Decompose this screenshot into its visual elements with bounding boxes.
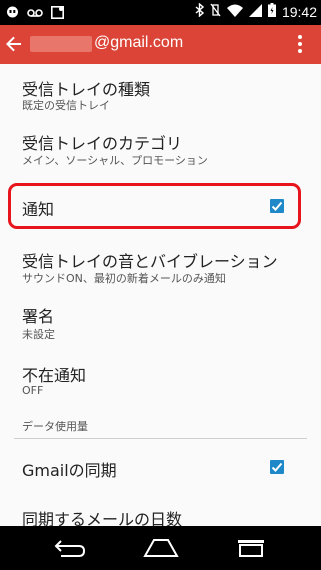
account-name-redacted <box>30 36 92 52</box>
setting-days-to-sync[interactable]: 同期するメールの日数 <box>0 500 321 526</box>
setting-summary: OFF <box>22 384 44 397</box>
overflow-menu-button[interactable] <box>297 35 303 55</box>
bluetooth-icon <box>195 2 205 20</box>
more-vert-icon <box>298 35 302 39</box>
setting-title: Gmailの同期 <box>22 461 117 480</box>
setting-title: 不在通知 <box>22 366 87 385</box>
nav-home-icon <box>143 539 179 557</box>
vibrate-icon <box>210 3 221 20</box>
back-button[interactable] <box>2 32 26 56</box>
setting-inbox-type[interactable]: 受信トレイの種類 既定の受信トレイ <box>0 64 321 116</box>
nav-back-icon <box>54 540 86 557</box>
setting-summary: メイン、ソーシャル、プロモーション <box>22 154 208 167</box>
setting-gmail-sync[interactable]: Gmailの同期 <box>0 442 321 492</box>
setting-sound-vibrate[interactable]: 受信トレイの音とバイブレーション サウンドON、最初の新着メールのみ通知 <box>0 240 321 292</box>
setting-title: 受信トレイのカテゴリ <box>22 134 183 153</box>
nav-recents-button[interactable] <box>234 537 268 563</box>
settings-list: 受信トレイの種類 既定の受信トレイ 受信トレイのカテゴリ メイン、ソーシャル、プ… <box>0 64 321 526</box>
setting-summary: 既定の受信トレイ <box>22 99 110 112</box>
category-header-data-usage: データ使用量 <box>22 420 88 433</box>
nav-recents-icon <box>238 540 264 557</box>
setting-vacation[interactable]: 不在通知 OFF <box>0 354 321 406</box>
arrow-back-icon <box>6 36 21 52</box>
setting-title: 同期するメールの日数 <box>22 510 183 526</box>
app-bar: @gmail.com <box>0 25 321 64</box>
notification-icon <box>51 4 64 23</box>
battery-icon <box>267 3 276 20</box>
nav-back-button[interactable] <box>53 537 87 563</box>
wifi-icon <box>226 4 243 20</box>
signal-icon <box>248 3 262 20</box>
setting-signature[interactable]: 署名 未設定 <box>0 296 321 348</box>
voicemail-icon <box>27 4 43 23</box>
hangouts-icon <box>6 4 19 23</box>
highlight-frame <box>8 183 301 229</box>
setting-summary: 未設定 <box>22 328 55 341</box>
setting-summary: サウンドON、最初の新着メールのみ通知 <box>22 272 226 285</box>
setting-inbox-categories[interactable]: 受信トレイのカテゴリ メイン、ソーシャル、プロモーション <box>0 118 321 170</box>
navigation-bar <box>0 526 321 570</box>
clock: 19:42 <box>281 3 317 20</box>
divider <box>14 438 307 439</box>
nav-home-button[interactable] <box>142 537 180 563</box>
setting-title: 署名 <box>22 307 55 326</box>
status-bar: 19:42 <box>0 0 321 25</box>
gmail-sync-checkbox[interactable] <box>270 460 284 474</box>
setting-title: 受信トレイの音とバイブレーション <box>22 252 278 271</box>
account-title: @gmail.com <box>94 34 184 51</box>
check-icon <box>271 462 283 472</box>
